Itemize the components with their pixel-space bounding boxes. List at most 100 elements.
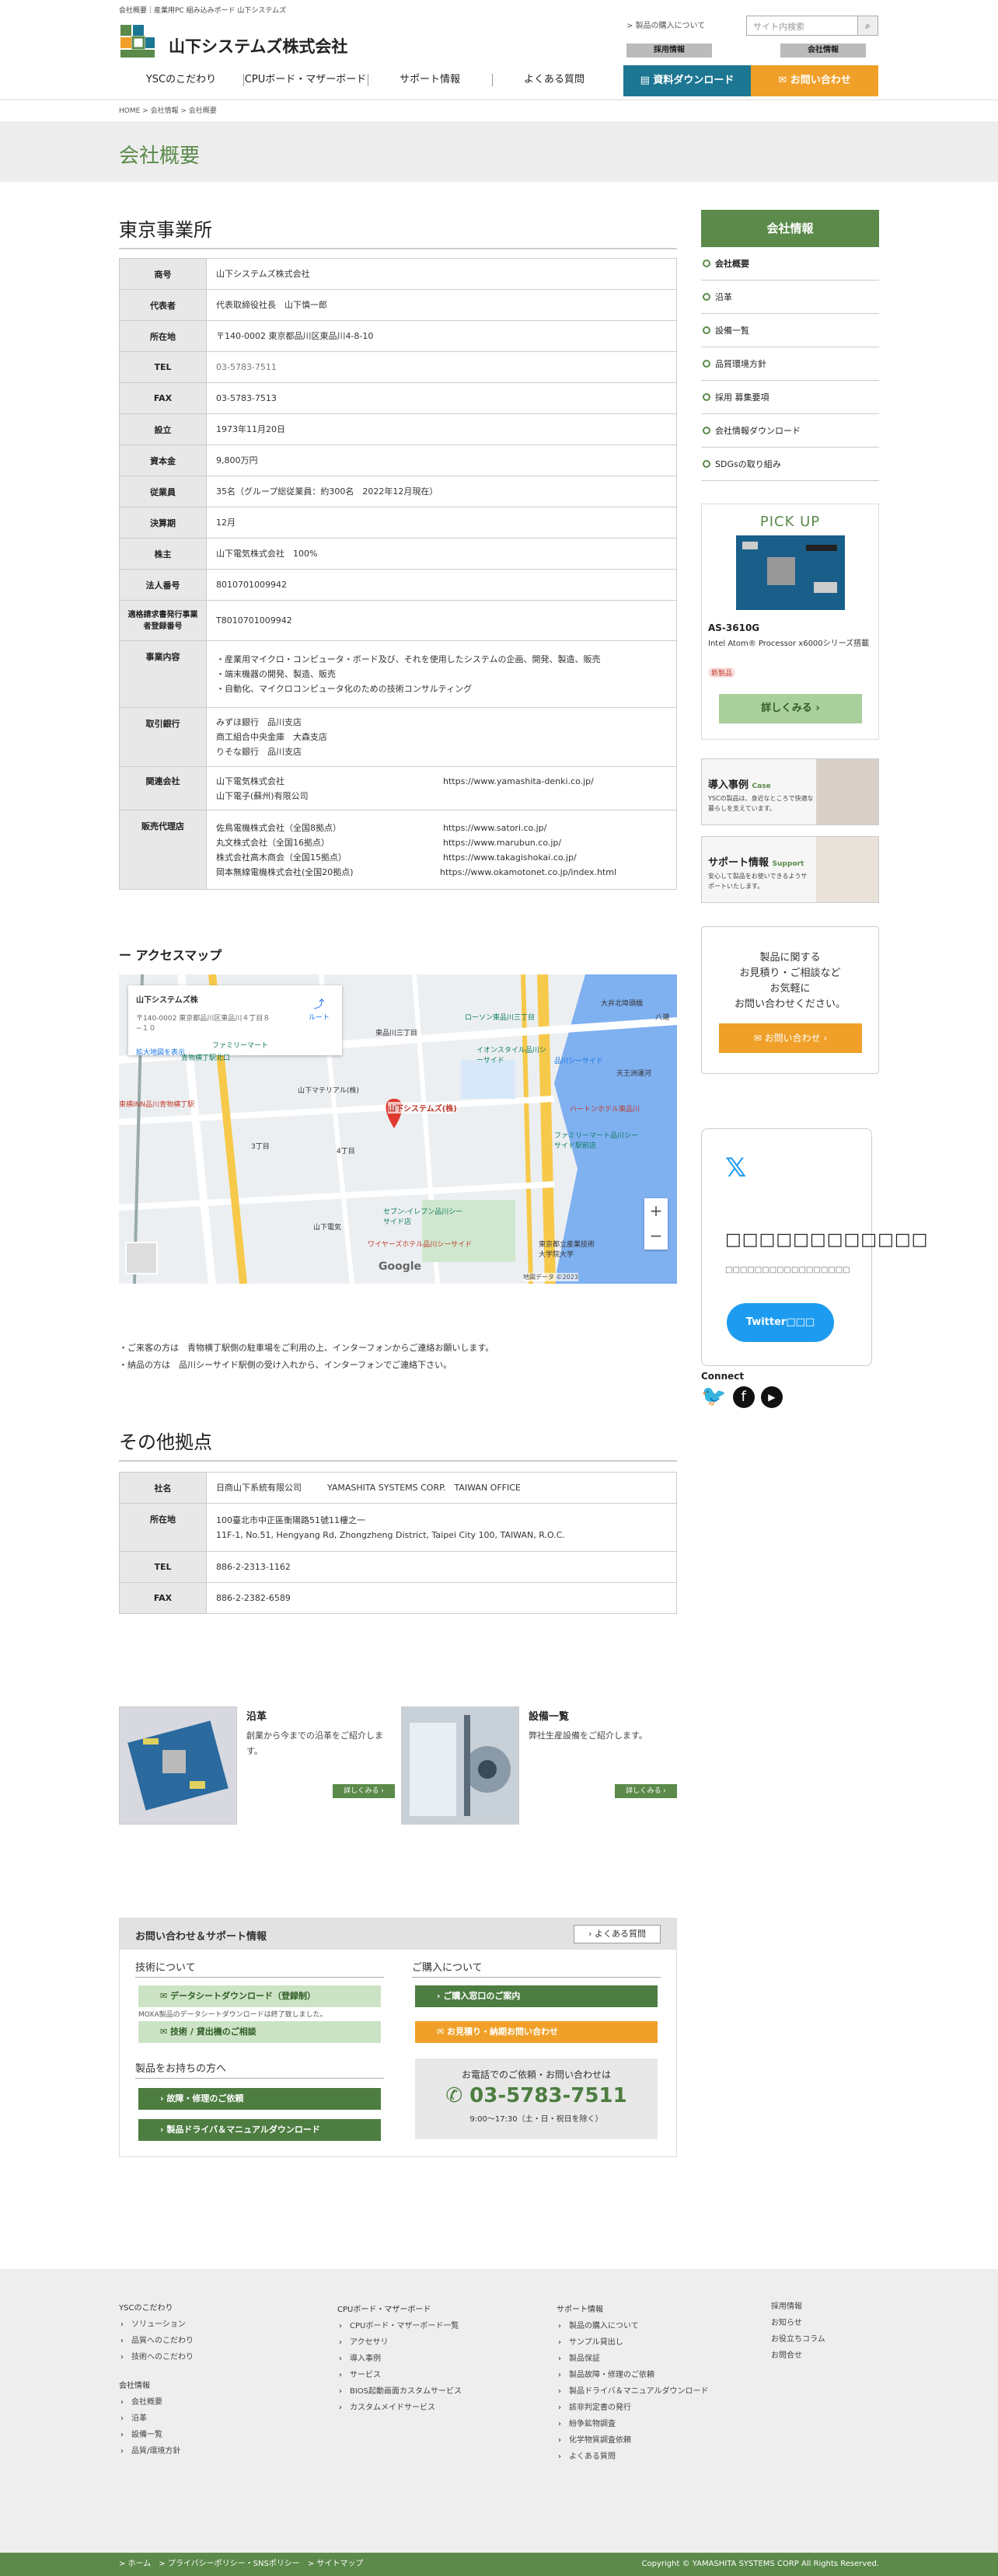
footer-link[interactable]: ソリューション <box>119 2316 194 2333</box>
footer-link[interactable]: BIOS起動画面カスタムサービス <box>337 2383 462 2400</box>
nav-support[interactable]: サポート情報 <box>368 67 492 93</box>
tech-consult-button[interactable]: ✉ 技術 / 貸出機のご相談 <box>138 2021 381 2043</box>
footer-link[interactable]: よくある質問 <box>557 2449 709 2465</box>
footer-link[interactable]: アクセサリ <box>337 2334 462 2351</box>
equipment-more-button[interactable]: 詳しくみる › <box>615 1784 677 1798</box>
equipment-card[interactable]: 設備一覧 弊社生産設備をご紹介します。 詳しくみる › <box>401 1706 677 1825</box>
footer-bottom-links[interactable]: > ホーム > プライバシーポリシー・SNSポリシー > サイトマップ <box>119 2553 363 2576</box>
sidebar-item-overview[interactable]: 会社概要 <box>701 247 879 281</box>
tel-link[interactable]: 03-5783-7511 <box>206 351 677 383</box>
sidebar-item-recruit[interactable]: 採用 募集要項 <box>701 381 879 414</box>
footer-link[interactable]: 化学物質調査依頼 <box>557 2432 709 2449</box>
sidebar-item-quality[interactable]: 品質環境方針 <box>701 347 879 381</box>
datasheet-download-button[interactable]: ✉ データシートダウンロード（登録制） <box>138 1985 381 2007</box>
footer-link[interactable]: 製品ドライバ＆マニュアルダウンロード <box>557 2383 709 2400</box>
map-label: ハートンホテル東品川 <box>570 1106 640 1114</box>
footer-link[interactable]: 品質/環境方針 <box>119 2443 194 2459</box>
footer-heading[interactable]: CPUボード・マザーボード <box>337 2302 462 2318</box>
footer-link[interactable]: 該非判定書の発行 <box>557 2400 709 2416</box>
footer-link[interactable]: 技術へのこだわり <box>119 2349 194 2365</box>
agency-name: 丸文株式会社（全国16拠点） <box>216 837 330 848</box>
footer-link[interactable]: 品質へのこだわり <box>119 2333 194 2349</box>
nav-faq[interactable]: よくある質問 <box>492 67 616 93</box>
sidebar-item-sdgs[interactable]: SDGsの取り組み <box>701 448 879 481</box>
sidebar-item-history[interactable]: 沿革 <box>701 281 879 314</box>
footer-heading[interactable]: YSCのこだわり <box>119 2300 194 2316</box>
route-button[interactable]: ⤴ ルート <box>309 996 330 1022</box>
footer-link[interactable]: 沿革 <box>119 2410 194 2427</box>
search-input[interactable]: サイト内検索 ⌕ <box>746 16 878 36</box>
footer-link[interactable]: カスタムメイドサービス <box>337 2400 462 2416</box>
footer-link[interactable]: CPUボード・マザーボード一覧 <box>337 2318 462 2334</box>
pickup-card[interactable]: PICK UP AS-3610G Intel Atom® Processor x… <box>701 504 879 740</box>
footer-link[interactable]: 紛争鉱物調査 <box>557 2416 709 2432</box>
driver-label: 製品ドライバ＆マニュアルダウンロード <box>166 2125 320 2135</box>
row-key: 事業内容 <box>119 640 207 708</box>
quote-button[interactable]: ✉ お見積り・納期お問い合わせ <box>415 2021 658 2043</box>
footer-link[interactable]: 製品の購入について <box>557 2318 709 2334</box>
sidebar-item-equipment[interactable]: 設備一覧 <box>701 314 879 347</box>
footer-link[interactable]: 製品故障・修理のご依頼 <box>557 2367 709 2383</box>
footer-link[interactable]: 導入事例 <box>337 2351 462 2367</box>
breadcrumb[interactable]: HOME > 会社情報 > 会社概要 <box>119 105 217 115</box>
phone-number[interactable]: ✆ 03-5783-7511 <box>415 2084 658 2107</box>
access-map[interactable]: 山下システムズ株 〒140-0002 東京都品川区東品川４丁目８−１０ 拡大地図… <box>119 974 677 1284</box>
footer-link[interactable]: 設備一覧 <box>119 2427 194 2443</box>
bullet-icon <box>703 260 710 267</box>
map-satellite-toggle[interactable] <box>125 1242 158 1274</box>
footer-link[interactable]: お知らせ <box>771 2315 825 2331</box>
support-title: サポート情報 Support <box>708 854 804 869</box>
mail-icon: ✉ <box>753 1033 762 1044</box>
agency-url[interactable]: https://www.marubun.co.jp/ <box>443 835 561 850</box>
header-divider <box>0 99 998 100</box>
youtube-icon[interactable]: ▶ <box>760 1386 783 1408</box>
repair-button[interactable]: › 故障・修理のご依頼 <box>138 2088 381 2110</box>
footer-link[interactable]: サービス <box>337 2367 462 2383</box>
map-label: 八潮 <box>655 1014 670 1022</box>
purchase-link[interactable]: > 製品の購入について <box>626 19 705 30</box>
twitter-bird-icon[interactable]: 🐦 <box>701 1385 726 1408</box>
sidebar-item-download[interactable]: 会社情報ダウンロード <box>701 414 879 448</box>
history-more-button[interactable]: 詳しくみる › <box>333 1784 395 1798</box>
site-logo[interactable]: 山下システムズ株式会社 <box>119 23 352 64</box>
purchase-window-button[interactable]: › ご購入窓口のご案内 <box>415 1985 658 2007</box>
agency-url[interactable]: https://www.takagishokai.co.jp/ <box>443 850 577 865</box>
row-value: 日商山下系統有限公司 YAMASHITA SYSTEMS CORP. TAIWA… <box>206 1472 677 1504</box>
footer-link[interactable]: 製品保証 <box>557 2351 709 2367</box>
sidebar-contact-button[interactable]: ✉ お問い合わせ › <box>719 1023 862 1053</box>
footer-heading[interactable]: サポート情報 <box>557 2302 709 2318</box>
faq-button[interactable]: › よくある質問 <box>574 1925 661 1943</box>
copyright: Copyright © YAMASHITA SYSTEMS CORP All R… <box>641 2560 879 2568</box>
zoom-in-button[interactable]: + <box>644 1198 668 1223</box>
agency-url[interactable]: https://www.okamotonet.co.jp/index.html <box>440 865 616 880</box>
footer-link[interactable]: サンプル貸出し <box>557 2334 709 2351</box>
map-label: 青物横丁駅北口 <box>181 1054 231 1062</box>
footer-link[interactable]: 会社概要 <box>119 2394 194 2410</box>
case-banner[interactable]: 導入事例 Case YSCの製品は、身近なところで快適な暮らしを支えています。 <box>701 758 879 825</box>
related-url[interactable]: https://www.yamashita-denki.co.jp/ <box>443 774 594 789</box>
pickup-more-button[interactable]: 詳しくみる › <box>719 694 862 723</box>
search-icon[interactable]: ⌕ <box>857 16 878 35</box>
history-card[interactable]: 沿革 創業から今までの沿革をご紹介します。 詳しくみる › <box>119 1706 395 1825</box>
download-button[interactable]: ▤ 資料ダウンロード <box>623 65 751 96</box>
map-label: 4丁目 <box>337 1148 355 1156</box>
footer-link[interactable]: お問合せ <box>771 2348 825 2364</box>
phone-hours: 9:00〜17:30（土・日・祝日を除く） <box>469 2115 603 2124</box>
support-banner[interactable]: サポート情報 Support 安心して製品をお使いできるようサポートいたします。 <box>701 836 879 903</box>
footer-heading[interactable]: 会社情報 <box>119 2378 194 2394</box>
facebook-icon[interactable]: f <box>732 1386 755 1408</box>
contact-button[interactable]: ✉ お問い合わせ <box>751 65 878 96</box>
recruit-button[interactable]: 採用情報 <box>626 44 712 58</box>
footer-link[interactable]: お役立ちコラム <box>771 2331 825 2348</box>
twitter-button[interactable]: Twitter□□□ <box>727 1303 834 1342</box>
related-name: 山下電気株式会社 <box>216 776 284 786</box>
footer-link[interactable]: 採用情報 <box>771 2299 825 2315</box>
nav-cpu-board[interactable]: CPUボード・マザーボード <box>243 67 368 93</box>
row-key: 商号 <box>119 258 207 290</box>
agency-url[interactable]: https://www.satori.co.jp/ <box>443 821 546 835</box>
equipment-title: 設備一覧 <box>529 1711 570 1723</box>
nav-kodawari[interactable]: YSCのこだわり <box>119 67 243 93</box>
zoom-out-button[interactable]: − <box>644 1223 668 1248</box>
driver-download-button[interactable]: › 製品ドライバ＆マニュアルダウンロード <box>138 2119 381 2141</box>
company-info-button[interactable]: 会社情報 <box>780 44 866 58</box>
